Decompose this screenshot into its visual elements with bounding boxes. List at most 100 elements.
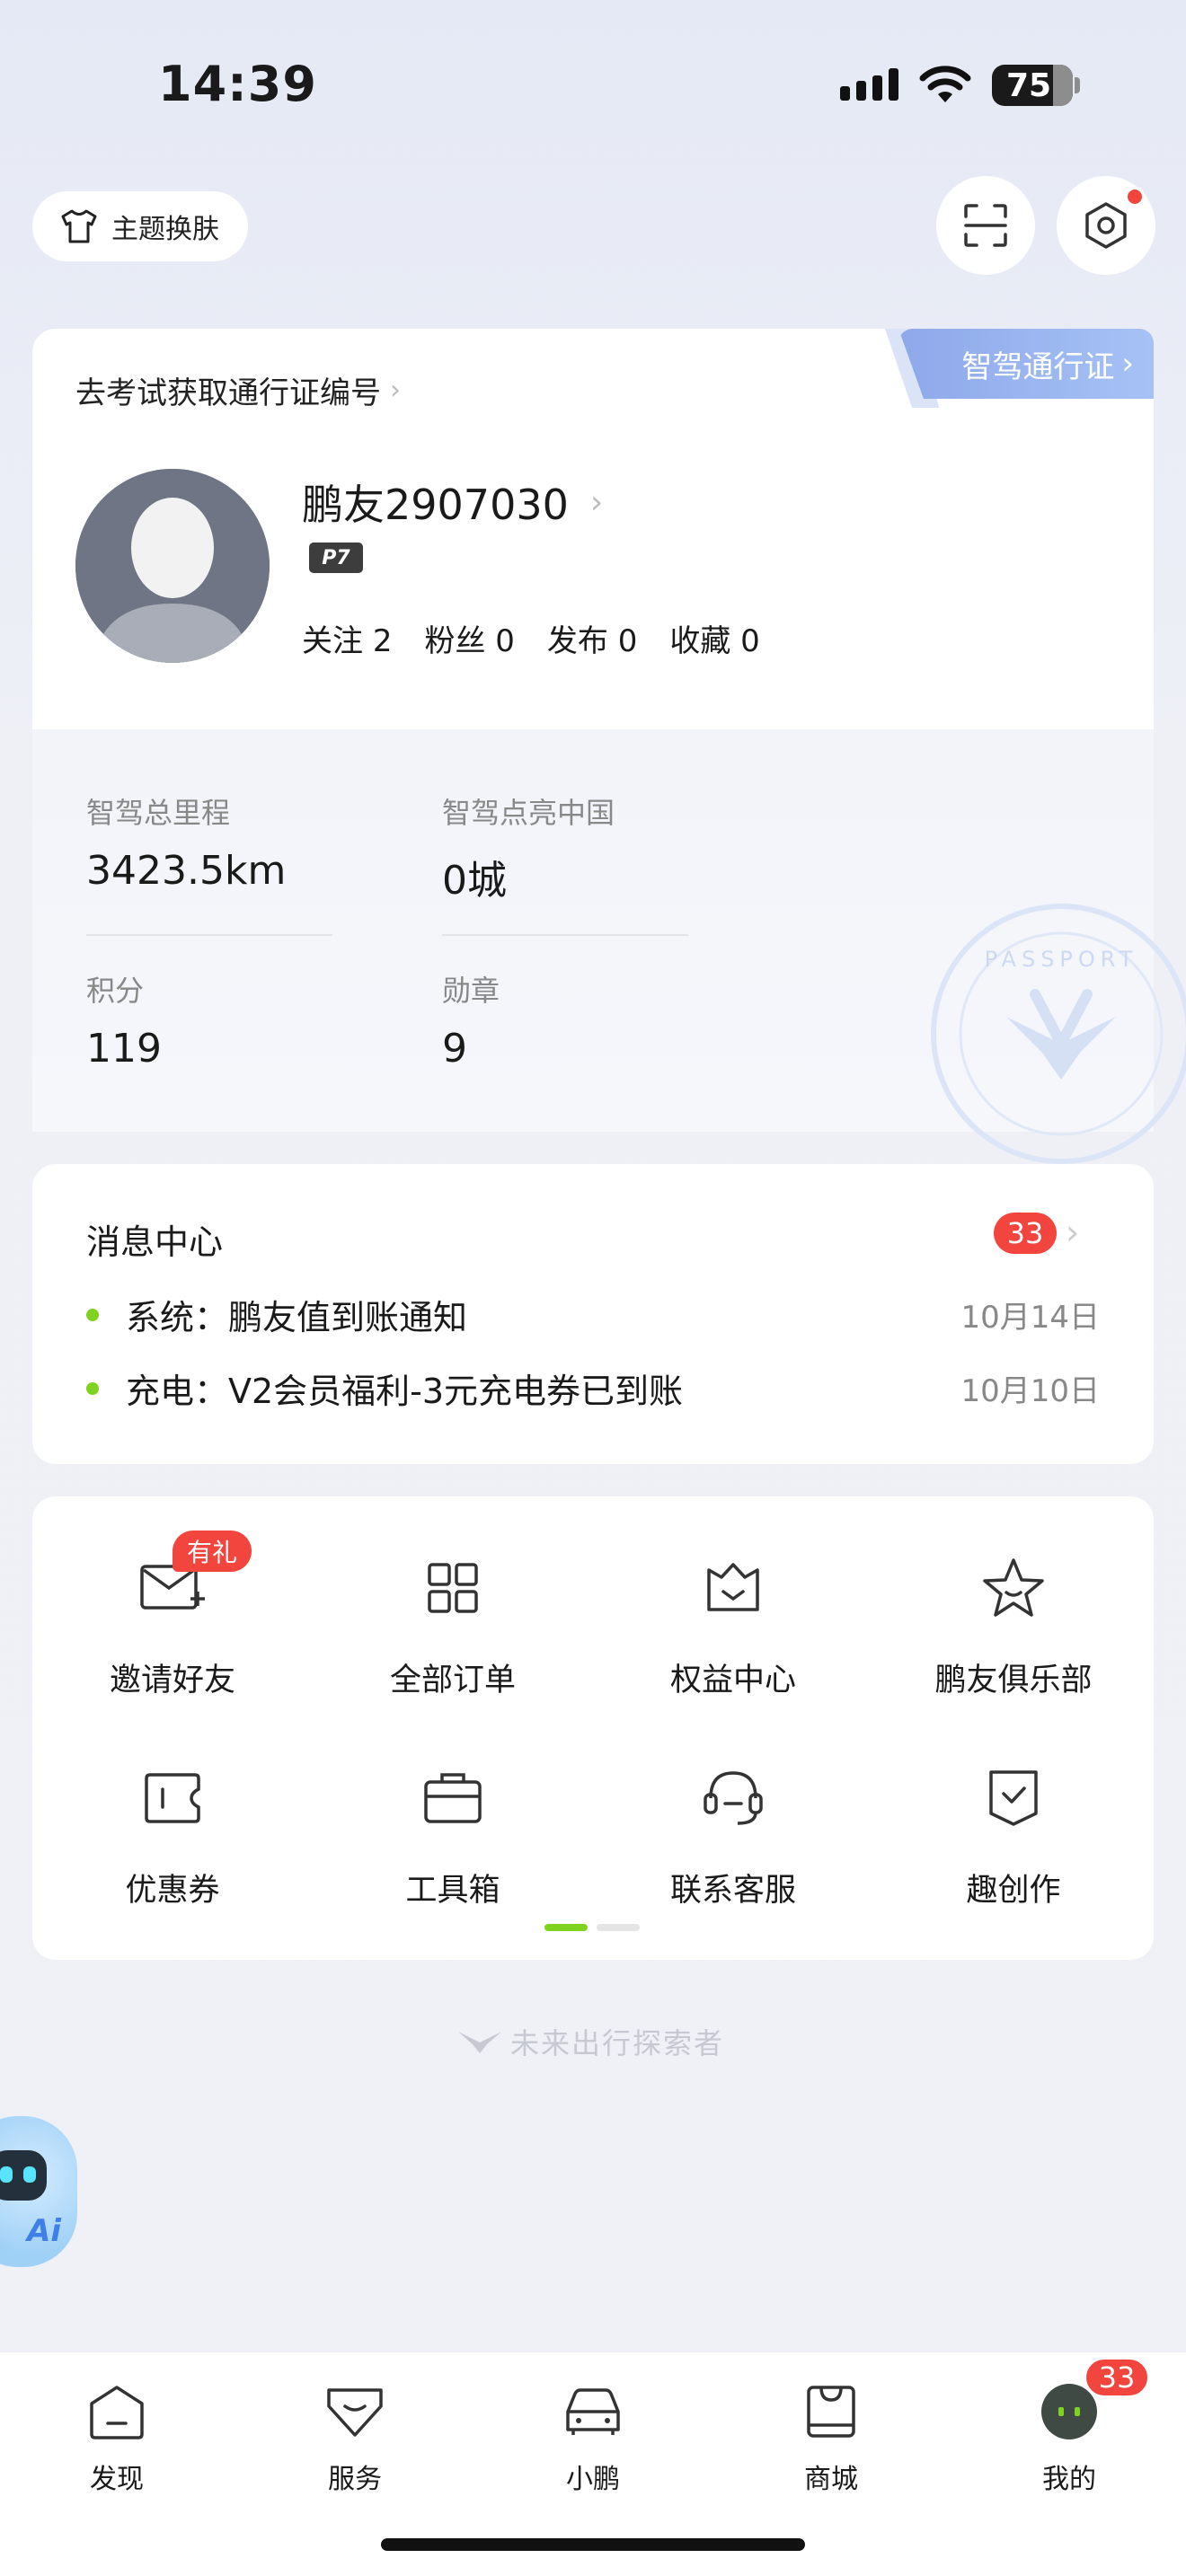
message-center-title: 消息中心 [86, 1222, 224, 1262]
message-text: 系统：鹏友值到账通知 [126, 1298, 468, 1337]
menu-invite-friends[interactable]: 邀请好友 [32, 1552, 313, 1700]
status-time: 14:39 [158, 56, 317, 112]
pager-dot-active [544, 1924, 588, 1931]
battery-level: 75 [1006, 66, 1052, 104]
theme-skin-button[interactable]: 主题换肤 [32, 191, 248, 261]
toolbox-icon [417, 1762, 489, 1834]
create-icon [978, 1762, 1049, 1834]
robot-face-icon [0, 2150, 47, 2201]
menu-customer-service[interactable]: 联系客服 [593, 1762, 873, 1910]
status-bar: 14:39 75 [0, 0, 1186, 171]
menu-label: 权益中心 [669, 1663, 796, 1698]
brand-slogan: 未来出行探索者 [456, 2021, 724, 2062]
stat-label: 智驾点亮中国 [442, 796, 615, 830]
stat-mileage[interactable]: 智驾总里程 3423.5km [86, 790, 286, 894]
social-posts[interactable]: 发布 0 [547, 616, 637, 660]
stat-medals[interactable]: 勋章 9 [442, 968, 500, 1072]
settings-notification-dot [1125, 187, 1145, 207]
tab-xpeng[interactable]: 小鹏 [512, 2379, 674, 2496]
pager-dots [544, 1924, 640, 1931]
stat-value: 0城 [442, 858, 507, 904]
social-followers-value: 0 [495, 623, 515, 659]
me-avatar-face [1041, 2384, 1097, 2439]
ai-assistant-button[interactable]: Ai [0, 2116, 77, 2267]
stat-label: 积分 [86, 974, 145, 1008]
gift-badge: 有礼 [173, 1531, 252, 1572]
divider [442, 934, 688, 936]
stat-value: 3423.5km [86, 848, 287, 894]
car-model-badge: P7 [309, 543, 363, 573]
menu-label: 全部订单 [389, 1663, 516, 1698]
service-icon [323, 2379, 387, 2444]
stat-value: 9 [442, 1026, 467, 1072]
unread-dot [86, 1381, 99, 1395]
chevron-right-icon: › [589, 483, 604, 521]
message-count-badge: 33 [994, 1213, 1057, 1254]
home-indicator[interactable] [381, 2538, 805, 2551]
username-label: 鹏友2907030 [302, 481, 569, 529]
tab-label: 我的 [1042, 2464, 1096, 2495]
message-center-card[interactable]: 消息中心 33 › 系统：鹏友值到账通知 10月14日 充电：V2会员福利-3元… [32, 1164, 1154, 1464]
slogan-text: 未来出行探索者 [510, 2026, 725, 2060]
tshirt-icon [61, 209, 97, 243]
battery-tip [1075, 77, 1080, 93]
tab-label: 小鹏 [566, 2464, 620, 2495]
tab-discover[interactable]: 发现 [36, 2379, 198, 2496]
stat-value: 119 [86, 1026, 162, 1072]
tab-service[interactable]: 服务 [274, 2379, 436, 2496]
username[interactable]: 鹏友2907030 › [302, 472, 603, 532]
social-followers[interactable]: 粉丝 0 [424, 616, 514, 660]
message-item[interactable]: 充电：V2会员福利-3元充电券已到账 10月10日 [86, 1363, 1100, 1413]
menu-all-orders[interactable]: 全部订单 [313, 1552, 593, 1700]
stat-points[interactable]: 积分 119 [86, 968, 162, 1072]
stat-cities[interactable]: 智驾点亮中国 0城 [442, 790, 615, 905]
passport-tab-label: 智驾通行证 [961, 348, 1115, 385]
menu-label: 邀请好友 [109, 1663, 235, 1698]
menu-benefits-center[interactable]: 权益中心 [593, 1552, 873, 1700]
settings-button[interactable] [1057, 176, 1155, 275]
pager-dot [597, 1924, 640, 1931]
scan-button[interactable] [936, 176, 1035, 275]
menu-club[interactable]: 鹏友俱乐部 [873, 1552, 1154, 1700]
tab-label: 服务 [328, 2464, 382, 2495]
chevron-right-icon: › [1066, 1213, 1080, 1252]
menu-label: 工具箱 [405, 1873, 500, 1909]
message-text: 充电：V2会员福利-3元充电券已到账 [126, 1372, 684, 1411]
xpeng-logo-watermark: PASSPORT [959, 931, 1164, 1136]
coupon-icon [137, 1762, 208, 1834]
menu-coupons[interactable]: 优惠券 [32, 1762, 313, 1910]
cellular-signal-icon [840, 68, 898, 101]
menu-toolbox[interactable]: 工具箱 [313, 1762, 593, 1910]
divider [86, 934, 332, 936]
star-icon [978, 1552, 1049, 1624]
message-item[interactable]: 系统：鹏友值到账通知 10月14日 [86, 1290, 1100, 1339]
mall-icon [799, 2379, 863, 2444]
menu-label: 联系客服 [669, 1873, 796, 1909]
social-following-label: 关注 [302, 623, 363, 659]
message-date: 10月14日 [960, 1300, 1100, 1336]
social-favorites-value: 0 [740, 623, 760, 659]
social-following[interactable]: 关注 2 [302, 616, 392, 660]
exam-link[interactable]: 去考试获取通行证编号 › [75, 368, 401, 412]
xpeng-logo-icon [458, 2032, 501, 2053]
tab-mall[interactable]: 商城 [750, 2379, 912, 2496]
stat-label: 智驾总里程 [86, 796, 231, 830]
menu-label: 优惠券 [125, 1873, 220, 1909]
scan-icon [964, 204, 1007, 247]
unread-dot [86, 1308, 99, 1321]
menu-label: 鹏友俱乐部 [934, 1663, 1093, 1698]
ai-label: Ai [27, 2213, 61, 2249]
social-following-value: 2 [372, 623, 393, 659]
passport-tab[interactable]: 智驾通行证 › [898, 329, 1154, 399]
menu-label: 趣创作 [966, 1873, 1061, 1909]
stat-label: 勋章 [442, 974, 500, 1008]
social-favorites[interactable]: 收藏 0 [669, 616, 759, 660]
discover-icon [84, 2379, 149, 2444]
menu-creation[interactable]: 趣创作 [873, 1762, 1154, 1910]
passport-stamp-watermark: PASSPORT [931, 904, 1186, 1164]
avatar[interactable] [75, 469, 270, 663]
headset-icon [697, 1762, 769, 1834]
chevron-right-icon: › [1121, 346, 1134, 382]
me-tab-badge: 33 [1084, 2357, 1150, 2398]
social-followers-label: 粉丝 [424, 623, 486, 659]
